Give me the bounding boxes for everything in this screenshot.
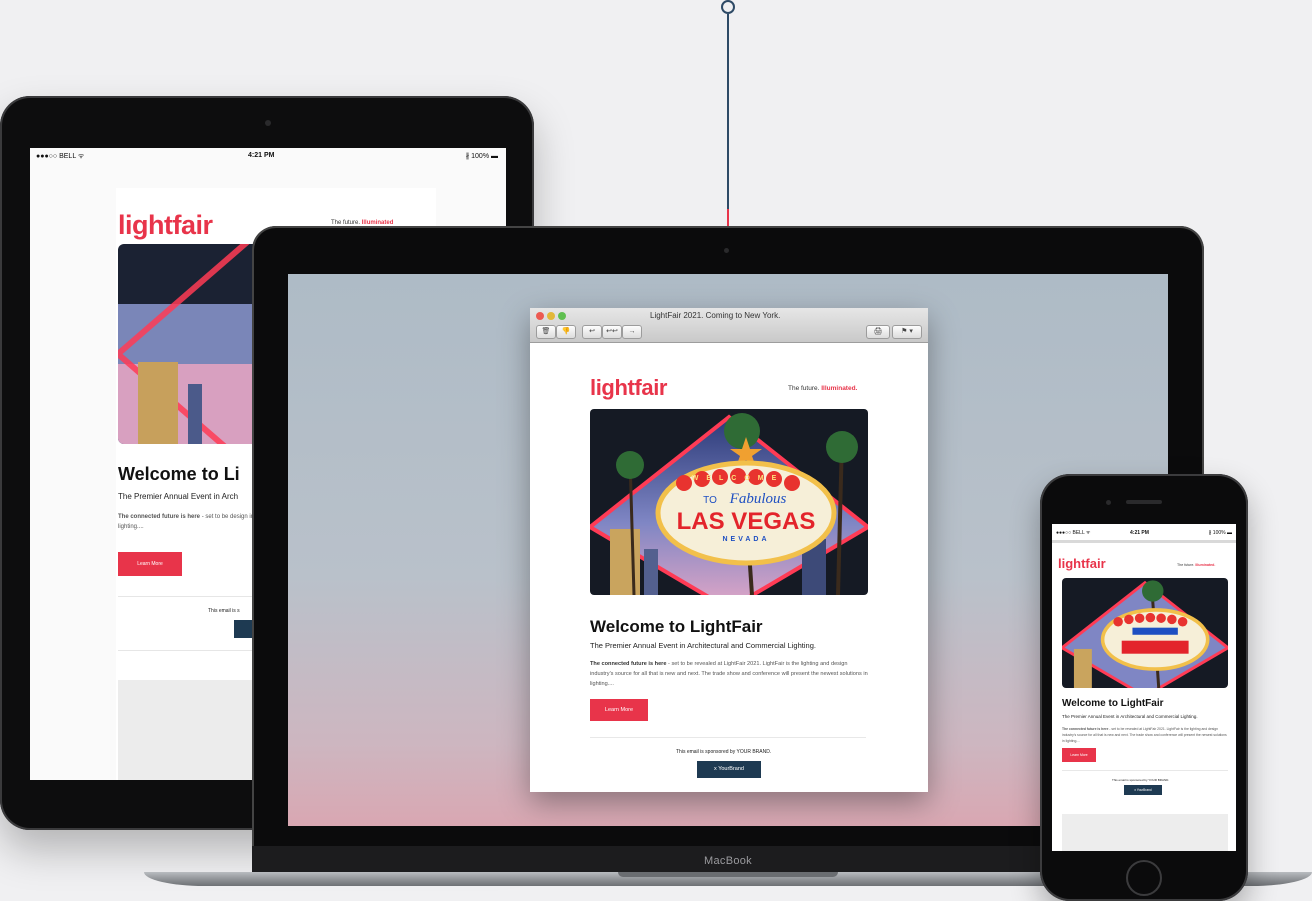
minimize-window-button[interactable] <box>547 312 555 320</box>
delete-button[interactable]: 🗑 <box>536 325 556 339</box>
status-time: 4:21 PM <box>248 152 275 159</box>
tagline-accent: Illuminated. <box>1195 563 1216 567</box>
sign-nevada-text: NEVADA <box>722 536 769 543</box>
sponsor-text: This email is sponsored by YOUR BRAND. <box>1112 778 1170 782</box>
status-battery: ∦ 100% ▬ <box>1208 530 1232 536</box>
zoom-window-button[interactable] <box>558 312 566 320</box>
ipad-camera <box>265 120 271 126</box>
lightfair-logo[interactable]: lightfair <box>118 210 213 241</box>
email-body: The connected future is here - set to be… <box>1062 726 1228 744</box>
ipad-status-bar: ●●●○○ BELL ᯤ 4:21 PM ∦ 100% ▬ <box>30 148 506 164</box>
lightfair-logo[interactable]: lightfair <box>1058 556 1106 571</box>
email-subtitle: The Premier Annual Event in Arch <box>118 492 239 501</box>
iphone-camera <box>1106 500 1111 505</box>
status-carrier: ●●●○○ BELL ᯤ <box>1056 530 1091 536</box>
learn-more-button[interactable]: Learn More <box>590 699 648 721</box>
sign-las-vegas-text: LAS VEGAS <box>677 508 816 535</box>
hero-image[interactable] <box>1062 578 1228 688</box>
email-body-lead: The connected future is here <box>590 661 667 667</box>
email-body-lead: The connected future is here <box>118 514 201 520</box>
iphone-device: ●●●○○ BELL ᯤ 4:21 PM ∦ 100% ▬ lightfair … <box>1040 474 1248 901</box>
email-title: Welcome to LightFair <box>1062 698 1164 709</box>
close-window-button[interactable] <box>536 312 544 320</box>
email-body-lead: The connected future is here <box>1062 727 1109 731</box>
junk-button[interactable]: 👎 <box>556 325 576 339</box>
tagline: The future. Illuminated. <box>1177 563 1215 567</box>
reply-all-button[interactable]: ↩↩ <box>602 325 622 339</box>
sponsor-text: This email is sponsored by YOUR BRAND. <box>676 749 772 755</box>
divider <box>590 737 866 738</box>
sponsor-text: This email is s <box>208 608 240 614</box>
forward-button[interactable]: → <box>622 325 642 339</box>
status-battery: ∦ 100% ▬ <box>465 153 498 160</box>
print-button[interactable]: 🖨 <box>866 325 890 339</box>
email-subtitle: The Premier Annual Event in Architectura… <box>590 641 816 650</box>
sign-fabulous-text: Fabulous <box>729 491 787 507</box>
macbook-camera <box>724 248 729 253</box>
reply-button[interactable]: ↩ <box>582 325 602 339</box>
sign-to-text: TO <box>703 495 717 506</box>
macbook-screen: LightFair 2021. Coming to New York. 🗑 👎 … <box>288 274 1168 826</box>
flag-menu-button[interactable]: ⚑ ▾ <box>892 325 922 339</box>
learn-more-button[interactable]: Learn More <box>118 552 182 576</box>
iphone-speaker <box>1126 500 1162 504</box>
tagline-accent: Illuminated. <box>821 385 858 392</box>
email-title: Welcome to LightFair <box>590 617 763 636</box>
learn-more-button[interactable]: Learn More <box>1062 748 1096 762</box>
sponsor-button[interactable]: x YourBrand <box>697 761 761 778</box>
email-subtitle: The Premier Annual Event in Architectura… <box>1062 714 1198 719</box>
mail-window-title: LightFair 2021. Coming to New York. <box>650 311 781 320</box>
email-title: Welcome to Li <box>118 464 240 484</box>
divider <box>1062 770 1228 771</box>
email-body: The connected future is here - set to be… <box>590 659 870 689</box>
status-time: 4:21 PM <box>1130 530 1149 536</box>
lightfair-logo[interactable]: lightfair <box>590 375 667 401</box>
tagline-prefix: The future. <box>1177 563 1195 567</box>
mail-titlebar: LightFair 2021. Coming to New York. 🗑 👎 … <box>530 308 928 343</box>
home-button[interactable] <box>1126 860 1162 896</box>
tagline-prefix: The future. <box>788 385 820 392</box>
sponsor-button[interactable]: x YourBrand <box>1124 785 1162 795</box>
iphone-status-bar: ●●●○○ BELL ᯤ 4:21 PM ∦ 100% ▬ <box>1052 524 1236 543</box>
connector-line <box>727 14 729 209</box>
las-vegas-sign-image <box>1062 578 1228 688</box>
connector-ring <box>721 0 735 14</box>
tagline: The future. Illuminated. <box>788 385 857 392</box>
sign-welcome-text: WELCOME <box>692 475 785 482</box>
status-carrier: ●●●○○ BELL ᯤ <box>36 153 85 160</box>
las-vegas-sign-image: WELCOME TO Fabulous LAS VEGAS NEVADA <box>590 409 868 595</box>
hero-image[interactable]: WELCOME TO Fabulous LAS VEGAS NEVADA <box>590 409 868 595</box>
mail-window: LightFair 2021. Coming to New York. 🗑 👎 … <box>530 308 928 792</box>
iphone-screen: ●●●○○ BELL ᯤ 4:21 PM ∦ 100% ▬ lightfair … <box>1052 524 1236 851</box>
macbook-notch <box>618 872 838 877</box>
footer-placeholder <box>1062 814 1228 851</box>
